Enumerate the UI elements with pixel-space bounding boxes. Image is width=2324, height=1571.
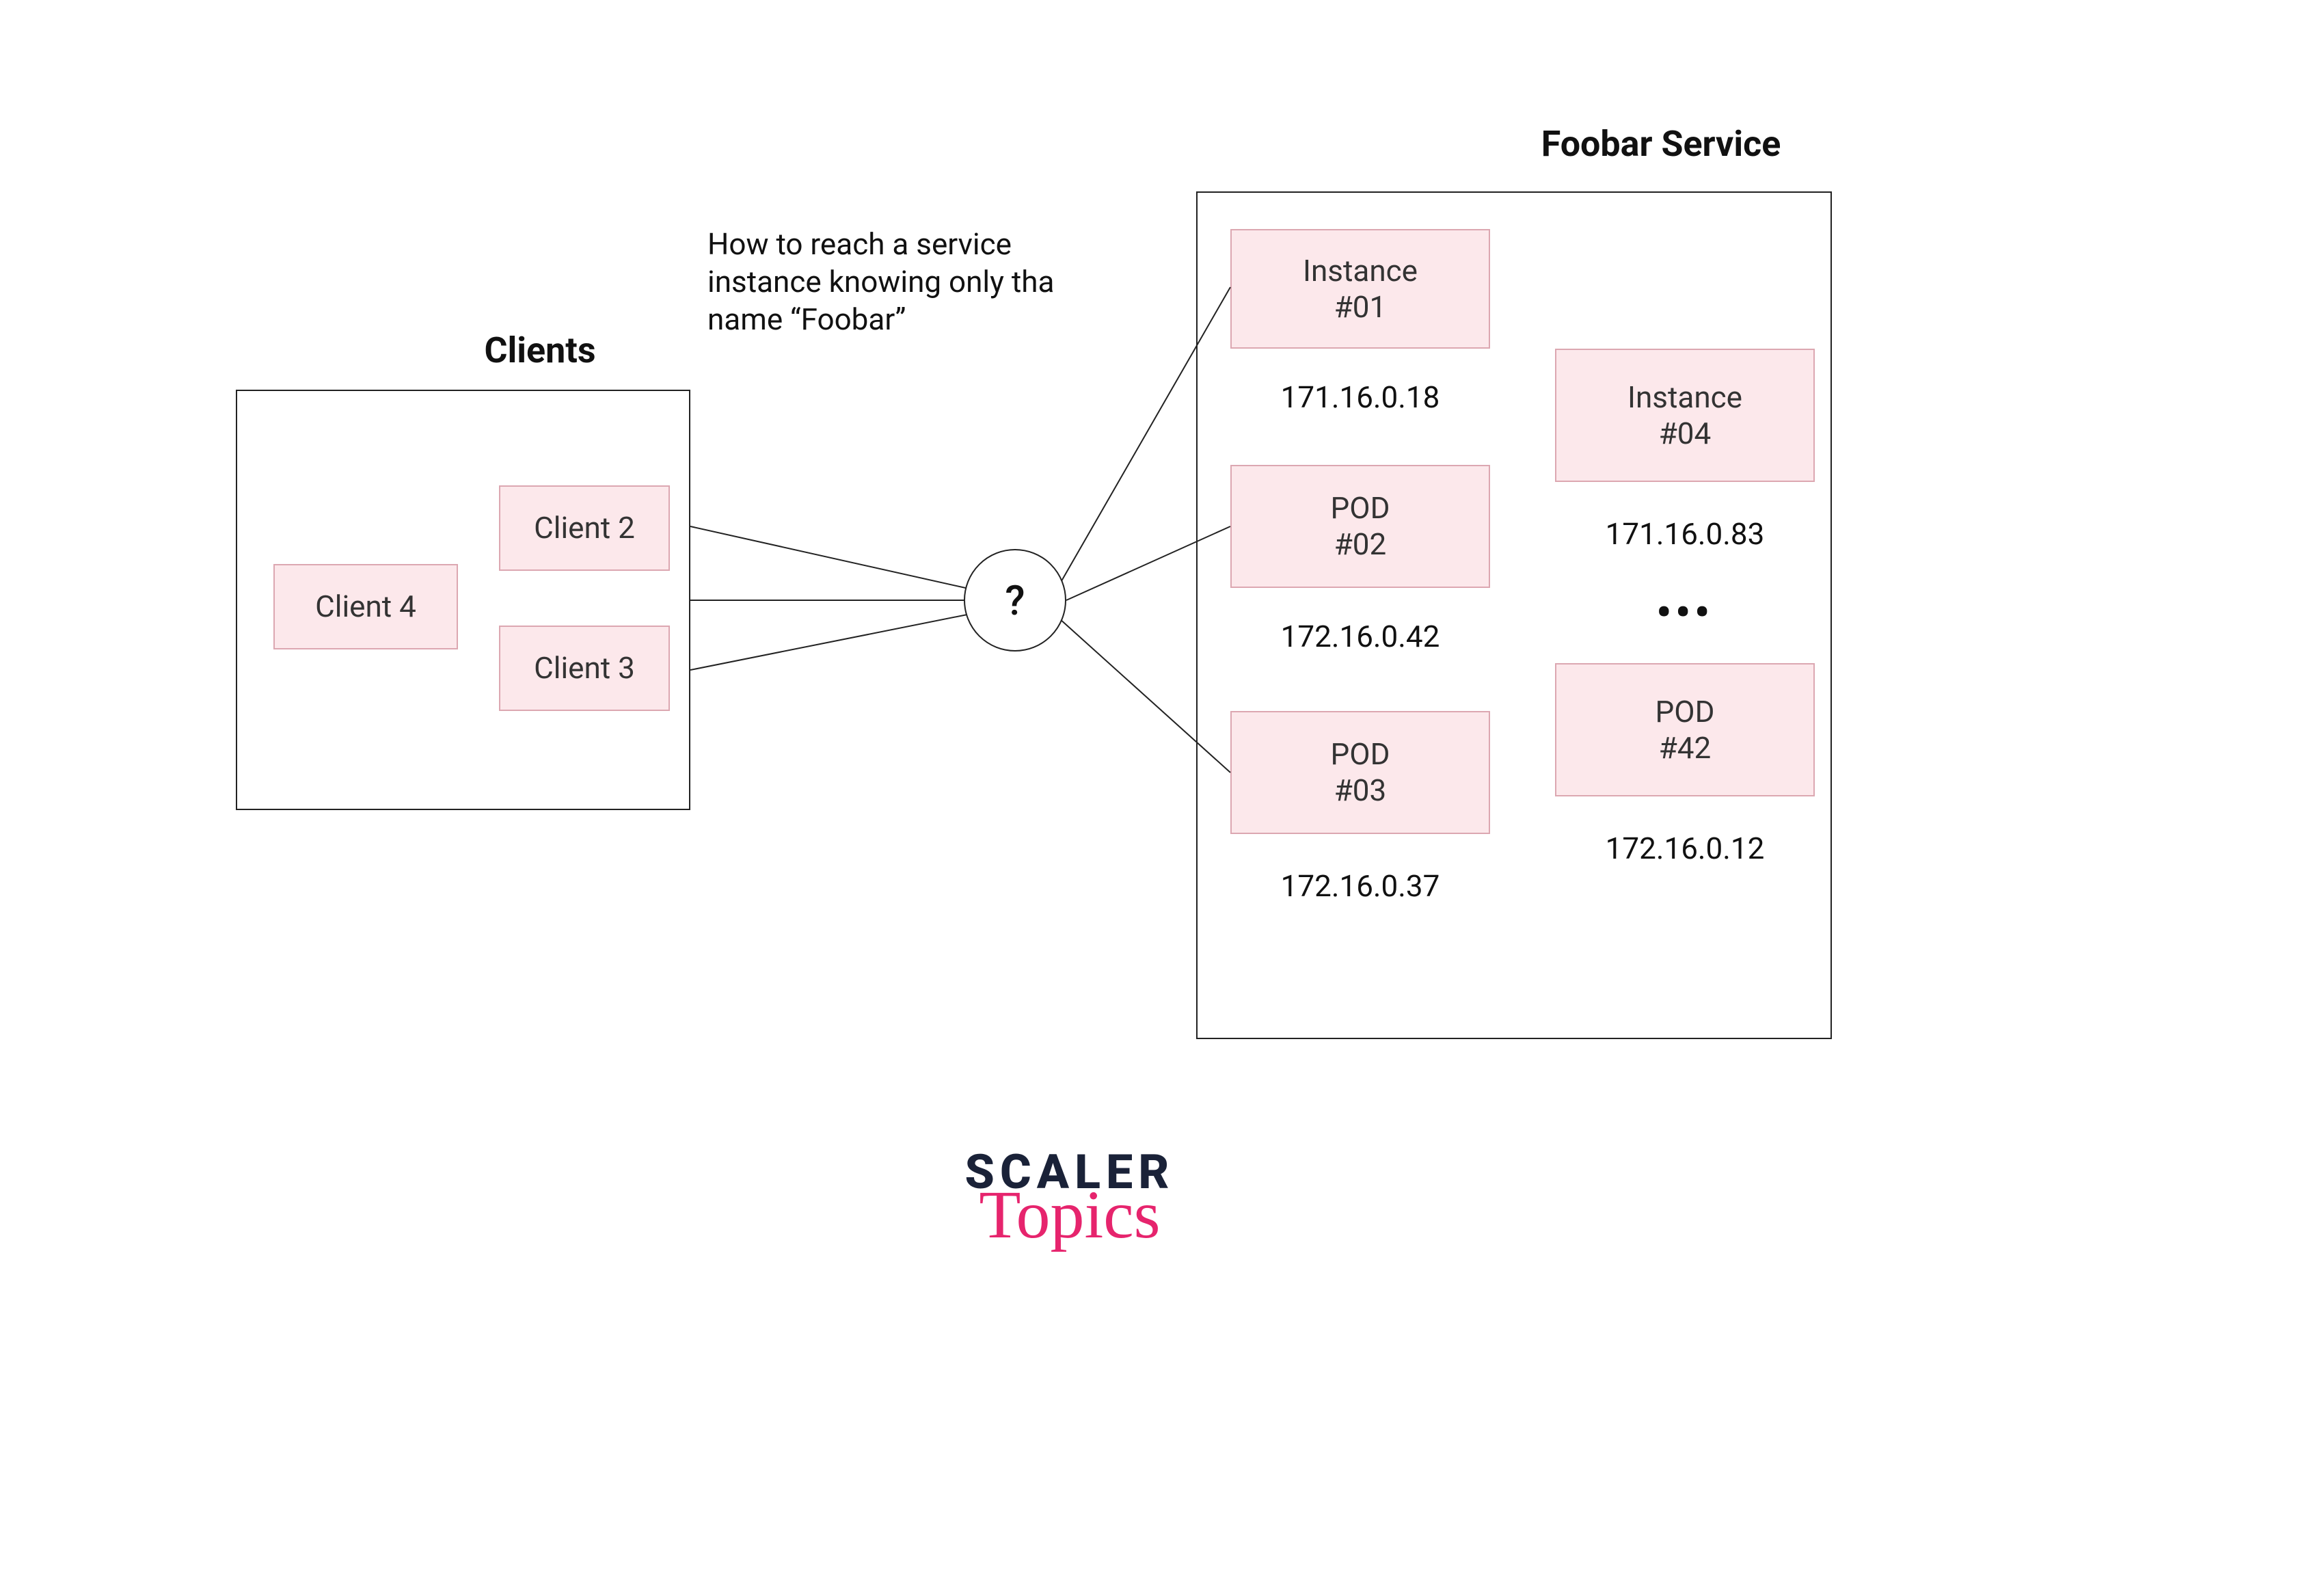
clients-title: Clients [403, 330, 677, 371]
instance-01-box: Instance #01 [1230, 229, 1490, 349]
pod-42-ip: 172.16.0.12 [1555, 831, 1815, 866]
question-mark: ? [1005, 576, 1025, 625]
instance-04-box: Instance #04 [1555, 349, 1815, 482]
scaler-logo: SCALER Topics [923, 1149, 1217, 1246]
pod-03-label: POD #03 [1325, 736, 1396, 809]
question-circle: ? [964, 549, 1066, 652]
client-3-box: Client 3 [499, 626, 670, 711]
client-2-label: Client 2 [528, 510, 640, 546]
instance-01-ip: 171.16.0.18 [1230, 379, 1490, 415]
question-note: How to reach a service instance knowing … [707, 226, 1077, 338]
pod-42-label: POD #42 [1650, 694, 1720, 766]
pod-42-box: POD #42 [1555, 663, 1815, 796]
pod-03-ip: 172.16.0.37 [1230, 868, 1490, 904]
client-4-label: Client 4 [310, 589, 422, 625]
pod-03-box: POD #03 [1230, 711, 1490, 834]
instance-04-label: Instance #04 [1622, 379, 1748, 452]
instance-01-label: Instance #01 [1297, 253, 1423, 325]
client-2-box: Client 2 [499, 485, 670, 571]
client-3-label: Client 3 [528, 650, 640, 686]
service-title: Foobar Service [1456, 123, 1866, 165]
instance-04-ip: 171.16.0.83 [1555, 516, 1815, 552]
pod-02-label: POD #02 [1325, 490, 1396, 563]
pod-02-ip: 172.16.0.42 [1230, 619, 1490, 654]
ellipsis-dots: ••• [1555, 588, 1815, 636]
client-4-box: Client 4 [273, 564, 458, 649]
pod-02-box: POD #02 [1230, 465, 1490, 588]
